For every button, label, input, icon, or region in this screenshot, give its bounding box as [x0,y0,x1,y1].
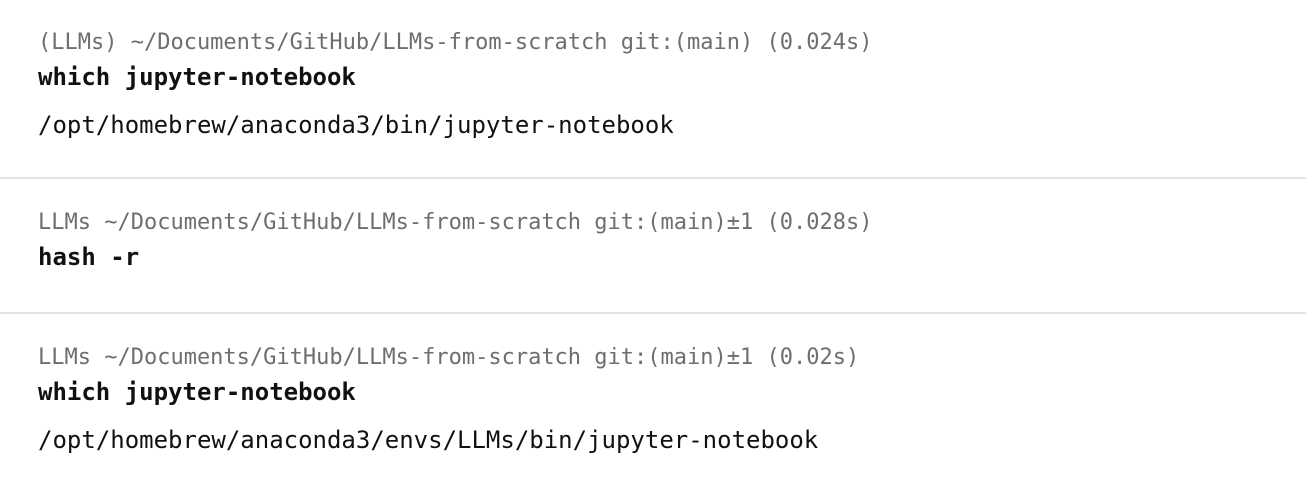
prompt-line: LLMs ~/Documents/GitHub/LLMs-from-scratc… [38,345,860,370]
prompt-line: LLMs ~/Documents/GitHub/LLMs-from-scratc… [38,210,873,235]
terminal-window: (LLMs) ~/Documents/GitHub/LLMs-from-scra… [0,0,1306,494]
command-text: which jupyter-notebook [38,63,356,91]
command-text: which jupyter-notebook [38,378,356,406]
command-text: hash -r [38,243,140,271]
command-output: /opt/homebrew/anaconda3/bin/jupyter-note… [38,111,674,139]
prompt-line: (LLMs) ~/Documents/GitHub/LLMs-from-scra… [38,30,873,55]
command-block[interactable]: LLMs ~/Documents/GitHub/LLMs-from-scratc… [0,179,1306,314]
command-block[interactable]: (LLMs) ~/Documents/GitHub/LLMs-from-scra… [0,0,1306,179]
command-output: /opt/homebrew/anaconda3/envs/LLMs/bin/ju… [38,426,819,454]
command-block[interactable]: LLMs ~/Documents/GitHub/LLMs-from-scratc… [0,314,1306,494]
